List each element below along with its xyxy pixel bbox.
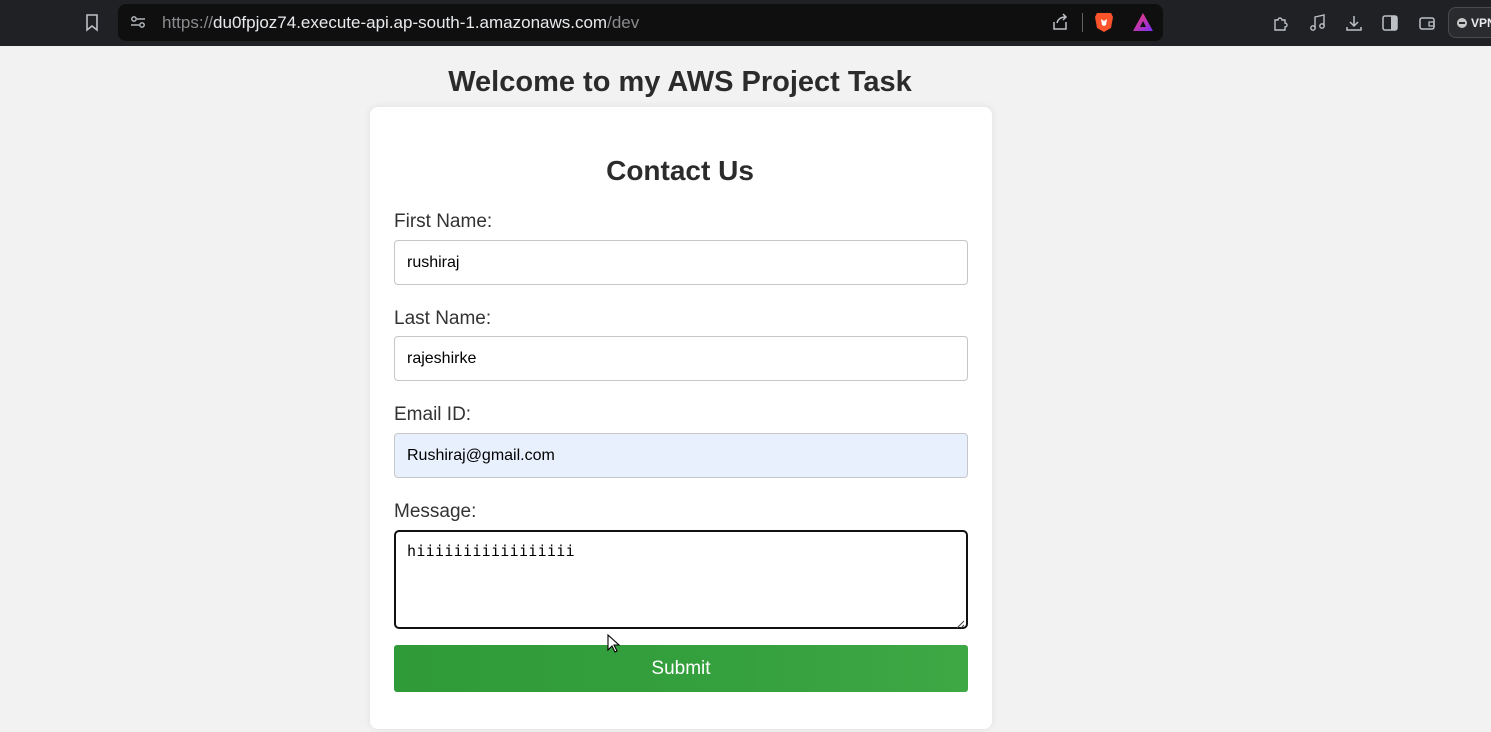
resize-handle-icon[interactable] [955, 616, 965, 629]
bookmark-icon[interactable] [81, 12, 103, 34]
site-settings-icon[interactable] [127, 11, 149, 33]
url-text: https://du0fpjoz74.execute-api.ap-south-… [162, 13, 639, 33]
message-label: Message: [394, 501, 477, 522]
vpn-status-icon [1457, 18, 1467, 28]
last-name-input[interactable] [394, 336, 968, 381]
extensions-icon[interactable] [1270, 12, 1292, 34]
email-input[interactable] [394, 433, 968, 478]
media-icon[interactable] [1307, 12, 1329, 34]
sidebar-icon[interactable] [1379, 12, 1401, 34]
url-host: du0fpjoz74.execute-api.ap-south-1.amazon… [213, 13, 608, 32]
mouse-cursor-icon [607, 633, 621, 659]
form-title: Contact Us [606, 155, 754, 186]
first-name-label: First Name: [394, 211, 493, 232]
omnibox-divider [1082, 13, 1083, 32]
submit-button[interactable]: Submit [394, 645, 968, 692]
last-name-label: Last Name: [394, 308, 492, 329]
first-name-input[interactable] [394, 240, 968, 285]
message-textarea[interactable]: hiiiiiiiiiiiiiiiii [394, 530, 968, 629]
vpn-label: VPN [1471, 16, 1491, 30]
download-icon[interactable] [1343, 12, 1365, 34]
address-bar[interactable]: https://du0fpjoz74.execute-api.ap-south-… [118, 4, 1163, 41]
share-icon[interactable] [1049, 11, 1071, 33]
url-path: /dev [607, 13, 640, 32]
page-title: Welcome to my AWS Project Task [448, 66, 912, 98]
wallet-icon[interactable] [1416, 12, 1438, 34]
browser-toolbar: https://du0fpjoz74.execute-api.ap-south-… [0, 0, 1491, 46]
brave-shield-icon[interactable] [1093, 11, 1115, 33]
email-label: Email ID: [394, 404, 472, 425]
vpn-button[interactable]: VPN [1448, 7, 1491, 38]
url-protocol: https:// [162, 13, 214, 32]
brave-rewards-icon[interactable] [1132, 11, 1154, 33]
